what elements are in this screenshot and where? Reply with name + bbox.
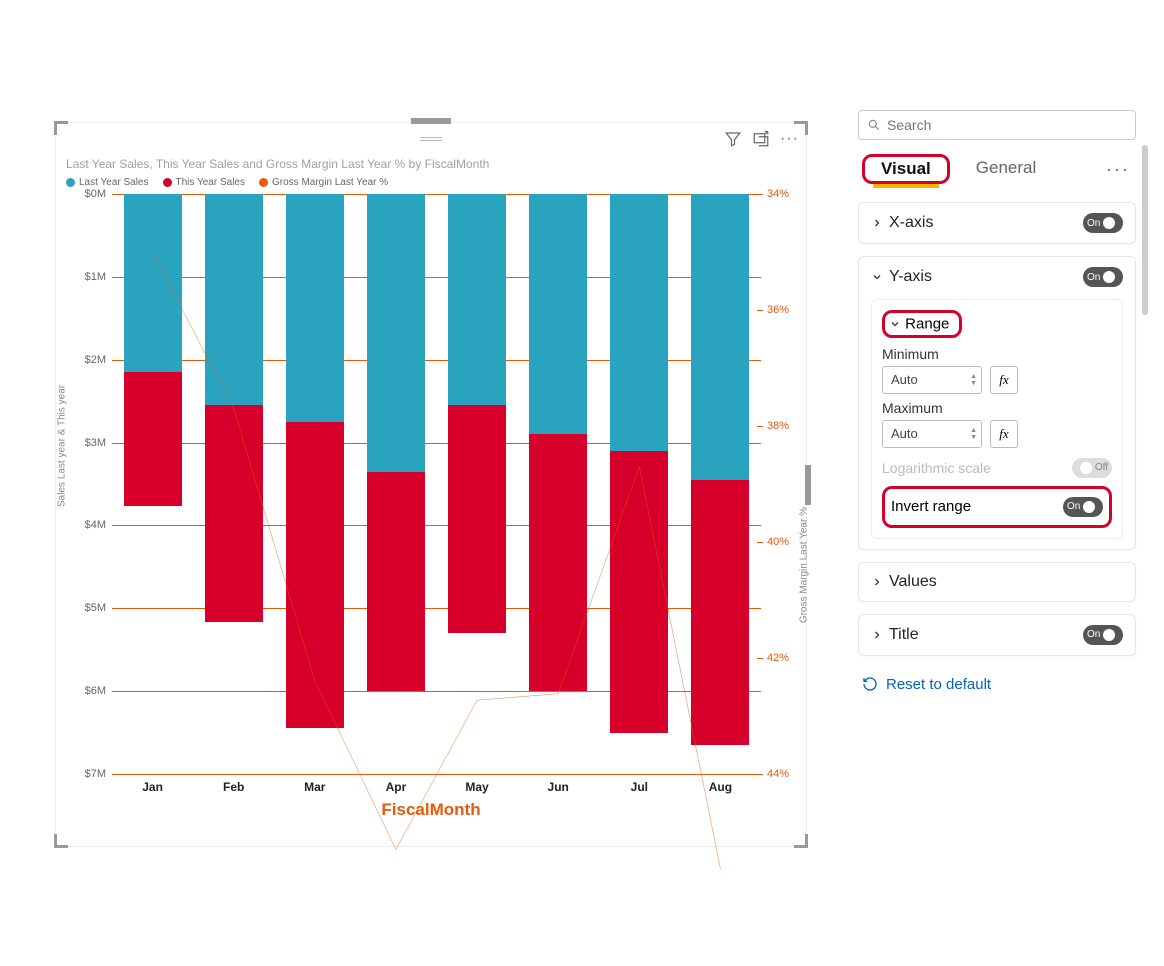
chevron-right-icon xyxy=(871,629,883,641)
card-label: Values xyxy=(889,573,937,591)
focus-mode-icon[interactable] xyxy=(752,130,770,148)
legend-item[interactable]: Last Year Sales xyxy=(66,177,149,188)
fx-button[interactable]: fx xyxy=(990,420,1018,448)
y-tick: $2M xyxy=(85,354,106,366)
legend-label: Gross Margin Last Year % xyxy=(272,177,388,188)
legend-swatch xyxy=(66,178,75,187)
legend-item[interactable]: Gross Margin Last Year % xyxy=(259,177,388,188)
card-label: Y-axis xyxy=(889,268,932,286)
y-tick: 36% xyxy=(767,304,789,316)
legend-item[interactable]: This Year Sales xyxy=(163,177,246,188)
y-tick: $4M xyxy=(85,519,106,531)
y-tick: 42% xyxy=(767,652,789,664)
max-label: Maximum xyxy=(882,400,1112,416)
chevron-down-icon xyxy=(871,271,883,283)
legend-swatch xyxy=(259,178,268,187)
search-icon xyxy=(867,118,881,132)
fx-button[interactable]: fx xyxy=(990,366,1018,394)
toggle-y-axis[interactable]: On xyxy=(1083,267,1123,287)
toggle-title[interactable]: On xyxy=(1083,625,1123,645)
search-input[interactable] xyxy=(858,110,1136,140)
card-label: X-axis xyxy=(889,214,933,232)
chart-title: Last Year Sales, This Year Sales and Gro… xyxy=(56,155,806,175)
y-tick: $1M xyxy=(85,271,106,283)
legend-swatch xyxy=(163,178,172,187)
scrollbar[interactable] xyxy=(1142,145,1148,315)
selection-corner xyxy=(54,834,68,848)
log-label: Logarithmic scale xyxy=(882,460,991,476)
reset-to-default[interactable]: Reset to default xyxy=(858,668,1136,701)
chart-legend: Last Year Sales This Year Sales Gross Ma… xyxy=(56,175,806,194)
format-tabs: Visual General ··· xyxy=(858,154,1136,184)
card-title[interactable]: Title On xyxy=(858,614,1136,656)
invert-label: Invert range xyxy=(891,498,971,515)
y-tick: 34% xyxy=(767,188,789,200)
y-tick: $6M xyxy=(85,685,106,697)
y-tick: 40% xyxy=(767,536,789,548)
toggle-invert-range[interactable]: On xyxy=(1063,497,1103,517)
chevron-down-icon xyxy=(889,318,901,330)
y-tick: $5M xyxy=(85,602,106,614)
highlight-box: Invert range On xyxy=(882,486,1112,528)
y-axis-right: 34%36%38%40%42%44% xyxy=(765,194,803,774)
line-series[interactable] xyxy=(153,252,721,869)
y-axis-range-section: Range Minimum Auto ▲▼ fx Maximum Auto ▲▼… xyxy=(871,299,1123,539)
y-tick: $3M xyxy=(85,437,106,449)
tab-general[interactable]: General xyxy=(968,154,1044,184)
line-overlay xyxy=(112,194,761,843)
y-tick: $7M xyxy=(85,768,106,780)
toggle-x-axis[interactable]: On xyxy=(1083,213,1123,233)
chevron-right-icon xyxy=(871,576,883,588)
highlight-box: Visual xyxy=(862,154,950,184)
drag-handle-icon[interactable] xyxy=(420,137,442,141)
filter-icon[interactable] xyxy=(724,130,742,148)
card-label: Title xyxy=(889,626,919,644)
legend-label: This Year Sales xyxy=(176,177,246,188)
spinner-icon[interactable]: ▲▼ xyxy=(970,427,977,441)
format-panel: Visual General ··· X-axis On Y-axis On xyxy=(858,110,1136,701)
chart-header: ··· xyxy=(56,123,806,155)
spinner-icon[interactable]: ▲▼ xyxy=(970,373,977,387)
y-axis-left: $0M$1M$2M$3M$4M$5M$6M$7M xyxy=(60,194,108,774)
card-y-axis[interactable]: Y-axis On Range Minimum Auto ▲▼ fx xyxy=(858,256,1136,550)
toggle-log-scale: Off xyxy=(1072,458,1112,478)
log-scale-row: Logarithmic scale Off xyxy=(882,458,1112,478)
more-options-icon[interactable]: ··· xyxy=(1106,159,1136,180)
y-tick: $0M xyxy=(85,188,106,200)
min-input[interactable]: Auto ▲▼ xyxy=(882,366,982,394)
reset-icon xyxy=(862,676,878,692)
selection-corner xyxy=(794,834,808,848)
plot-area: $0M$1M$2M$3M$4M$5M$6M$7M 34%36%38%40%42%… xyxy=(112,194,761,774)
y-tick: 44% xyxy=(767,768,789,780)
max-input[interactable]: Auto ▲▼ xyxy=(882,420,982,448)
chevron-right-icon xyxy=(871,217,883,229)
search-field[interactable] xyxy=(887,117,1127,133)
chart-visual[interactable]: ··· Last Year Sales, This Year Sales and… xyxy=(55,122,807,847)
legend-label: Last Year Sales xyxy=(79,177,149,188)
y-tick: 38% xyxy=(767,420,789,432)
range-label[interactable]: Range xyxy=(905,316,949,333)
min-label: Minimum xyxy=(882,346,1112,362)
card-values[interactable]: Values xyxy=(858,562,1136,602)
more-options-icon[interactable]: ··· xyxy=(780,130,798,148)
highlight-box: Range xyxy=(882,310,962,338)
tab-visual[interactable]: Visual xyxy=(873,155,939,188)
card-x-axis[interactable]: X-axis On xyxy=(858,202,1136,244)
